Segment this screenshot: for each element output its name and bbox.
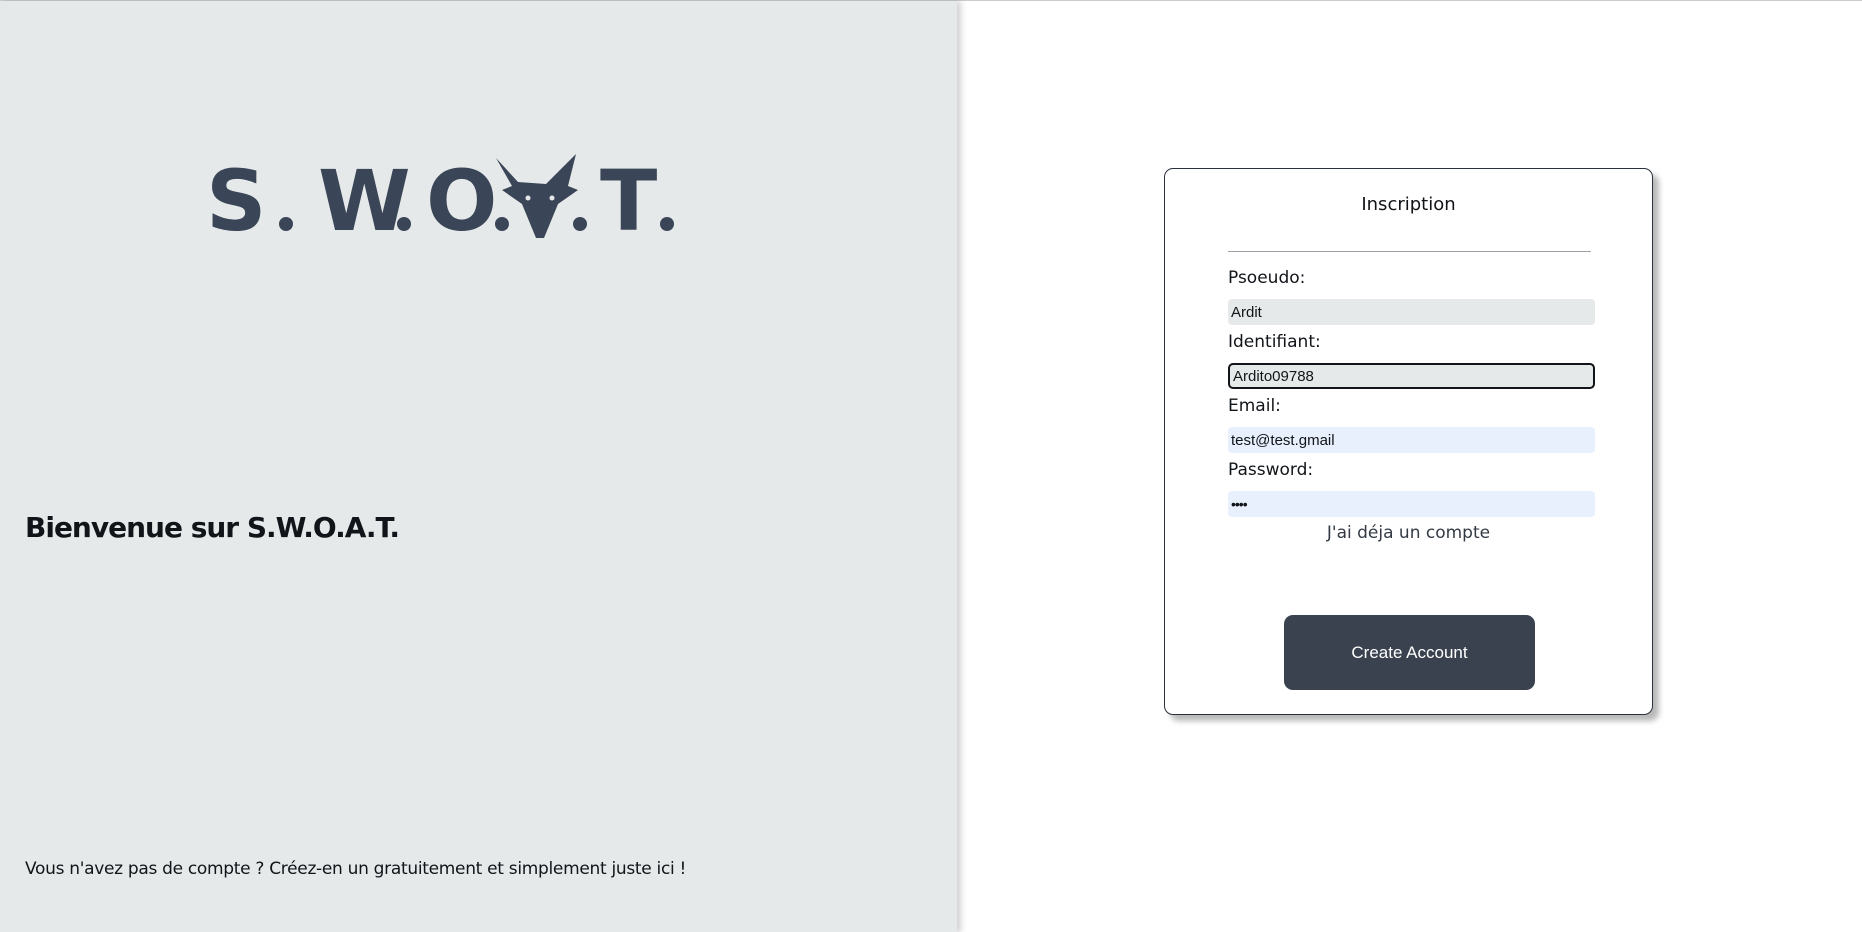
left-panel: S W O T Bienvenue sur S.W.O.A.T. Vous n' [0, 1, 957, 932]
identifiant-label: Identifiant: [1228, 332, 1321, 352]
page: S W O T Bienvenue sur S.W.O.A.T. Vous n' [0, 0, 1862, 932]
svg-text:T: T [600, 152, 657, 246]
identifiant-input[interactable] [1228, 363, 1595, 389]
svg-text:O: O [426, 152, 497, 246]
svg-text:W: W [318, 152, 411, 246]
password-input[interactable] [1228, 491, 1595, 517]
pseudo-label: Psoeudo: [1228, 268, 1306, 288]
form-divider [1228, 251, 1591, 252]
password-label: Password: [1228, 460, 1314, 480]
welcome-title: Bienvenue sur S.W.O.A.T. [25, 511, 400, 544]
form-title: Inscription [1361, 194, 1456, 215]
pseudo-input[interactable] [1228, 299, 1595, 325]
welcome-subtitle: Vous n'avez pas de compte ? Créez-en un … [25, 859, 687, 879]
email-label: Email: [1228, 396, 1281, 416]
swoat-logo: S W O T [206, 152, 674, 246]
existing-account-link[interactable]: J'ai déja un compte [1165, 523, 1652, 543]
svg-text:S: S [206, 152, 267, 246]
signup-form-card: Inscription Psoeudo: Identifiant: Email:… [1164, 168, 1653, 715]
email-input[interactable] [1228, 427, 1595, 453]
create-account-button[interactable]: Create Account [1284, 615, 1535, 690]
